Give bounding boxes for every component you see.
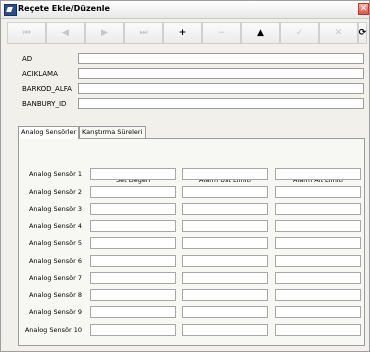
cancel-button[interactable]: ✕: [319, 22, 358, 44]
set-value-input[interactable]: [90, 237, 176, 249]
row-label: Analog Sensör 3: [28, 205, 82, 213]
alarm-lower-limit-input[interactable]: [275, 255, 361, 267]
row-label: Analog Sensör 10: [24, 326, 82, 334]
field-label: BARKOD_ALFA: [22, 85, 72, 93]
refresh-icon: ⟳: [358, 28, 367, 38]
tab-mixing-times[interactable]: Karıştırma Süreleri: [79, 126, 146, 138]
edit-icon: ▲: [257, 28, 264, 38]
set-value-input[interactable]: [90, 324, 176, 336]
app-icon: [4, 4, 17, 16]
ad-field[interactable]: [78, 53, 364, 64]
alarm-lower-limit-input[interactable]: [275, 306, 361, 318]
row-label: Analog Sensör 9: [28, 308, 82, 316]
alarm-upper-limit-input[interactable]: [182, 168, 268, 180]
set-value-input[interactable]: [90, 186, 176, 198]
edit-button[interactable]: ▲: [241, 22, 280, 44]
row-label: Analog Sensör 4: [28, 222, 82, 230]
alarm-upper-limit-input[interactable]: [182, 306, 268, 318]
prev-record-button[interactable]: ◀: [46, 22, 85, 44]
alarm-lower-limit-input[interactable]: [275, 324, 361, 336]
alarm-lower-limit-input[interactable]: [275, 289, 361, 301]
set-value-input[interactable]: [90, 255, 176, 267]
alarm-upper-limit-input[interactable]: [182, 203, 268, 215]
alarm-lower-limit-input[interactable]: [275, 203, 361, 215]
last-record-button[interactable]: ⏭: [124, 22, 163, 44]
next-record-icon: ▶: [101, 28, 108, 38]
set-value-input[interactable]: [90, 272, 176, 284]
first-record-icon: ⏮: [22, 28, 31, 38]
delete-button[interactable]: −: [202, 22, 241, 44]
alarm-lower-limit-input[interactable]: [275, 186, 361, 198]
row-label: Analog Sensör 2: [28, 188, 82, 196]
last-record-icon: ⏭: [139, 28, 148, 38]
alarm-upper-limit-input[interactable]: [182, 255, 268, 267]
prev-record-icon: ◀: [62, 28, 69, 38]
alarm-lower-limit-input[interactable]: [275, 168, 361, 180]
alarm-upper-limit-input[interactable]: [182, 289, 268, 301]
close-button[interactable]: ✕: [358, 3, 369, 15]
set-value-input[interactable]: [90, 289, 176, 301]
alarm-upper-limit-input[interactable]: [182, 186, 268, 198]
field-label: ACIKLAMA: [22, 70, 58, 78]
title-bar[interactable]: Reçete Ekle/Düzenle ✕: [1, 1, 369, 19]
barkod-alfa-field[interactable]: [78, 83, 364, 94]
set-value-input[interactable]: [90, 220, 176, 232]
post-icon: ✓: [295, 28, 304, 38]
add-icon: +: [178, 28, 187, 38]
set-value-input[interactable]: [90, 168, 176, 180]
row-label: Analog Sensör 8: [28, 291, 82, 299]
row-label: Analog Sensör 5: [28, 239, 82, 247]
navigator-toolbar: ⏮ ◀ ▶ ⏭ + − ▲ ✓ ✕ ⟳: [7, 22, 367, 46]
tab-analog-sensors[interactable]: Analog Sensörler: [18, 126, 79, 139]
delete-icon: −: [217, 28, 226, 38]
alarm-upper-limit-input[interactable]: [182, 272, 268, 284]
window-title: Reçete Ekle/Düzenle: [18, 4, 110, 13]
row-label: Analog Sensör 1: [28, 170, 82, 178]
aciklama-field[interactable]: [78, 68, 364, 79]
field-label: AD: [22, 55, 33, 63]
alarm-upper-limit-input[interactable]: [182, 220, 268, 232]
alarm-lower-limit-input[interactable]: [275, 272, 361, 284]
alarm-lower-limit-input[interactable]: [275, 237, 361, 249]
add-button[interactable]: +: [163, 22, 202, 44]
field-label: BANBURY_ID: [22, 100, 67, 108]
alarm-upper-limit-input[interactable]: [182, 324, 268, 336]
alarm-upper-limit-input[interactable]: [182, 237, 268, 249]
recipe-edit-window: Reçete Ekle/Düzenle ✕ ⏮ ◀ ▶ ⏭ + − ▲ ✓ ✕ ⟳ AD ACIKL…: [0, 0, 370, 352]
next-record-button[interactable]: ▶: [85, 22, 124, 44]
set-value-input[interactable]: [90, 203, 176, 215]
post-button[interactable]: ✓: [280, 22, 319, 44]
first-record-button[interactable]: ⏮: [7, 22, 46, 44]
alarm-lower-limit-input[interactable]: [275, 220, 361, 232]
row-label: Analog Sensör 6: [28, 257, 82, 265]
refresh-button[interactable]: ⟳: [358, 22, 367, 44]
banbury-id-field[interactable]: [78, 98, 364, 109]
cancel-icon: ✕: [334, 28, 343, 38]
set-value-input[interactable]: [90, 306, 176, 318]
row-label: Analog Sensör 7: [28, 274, 82, 282]
